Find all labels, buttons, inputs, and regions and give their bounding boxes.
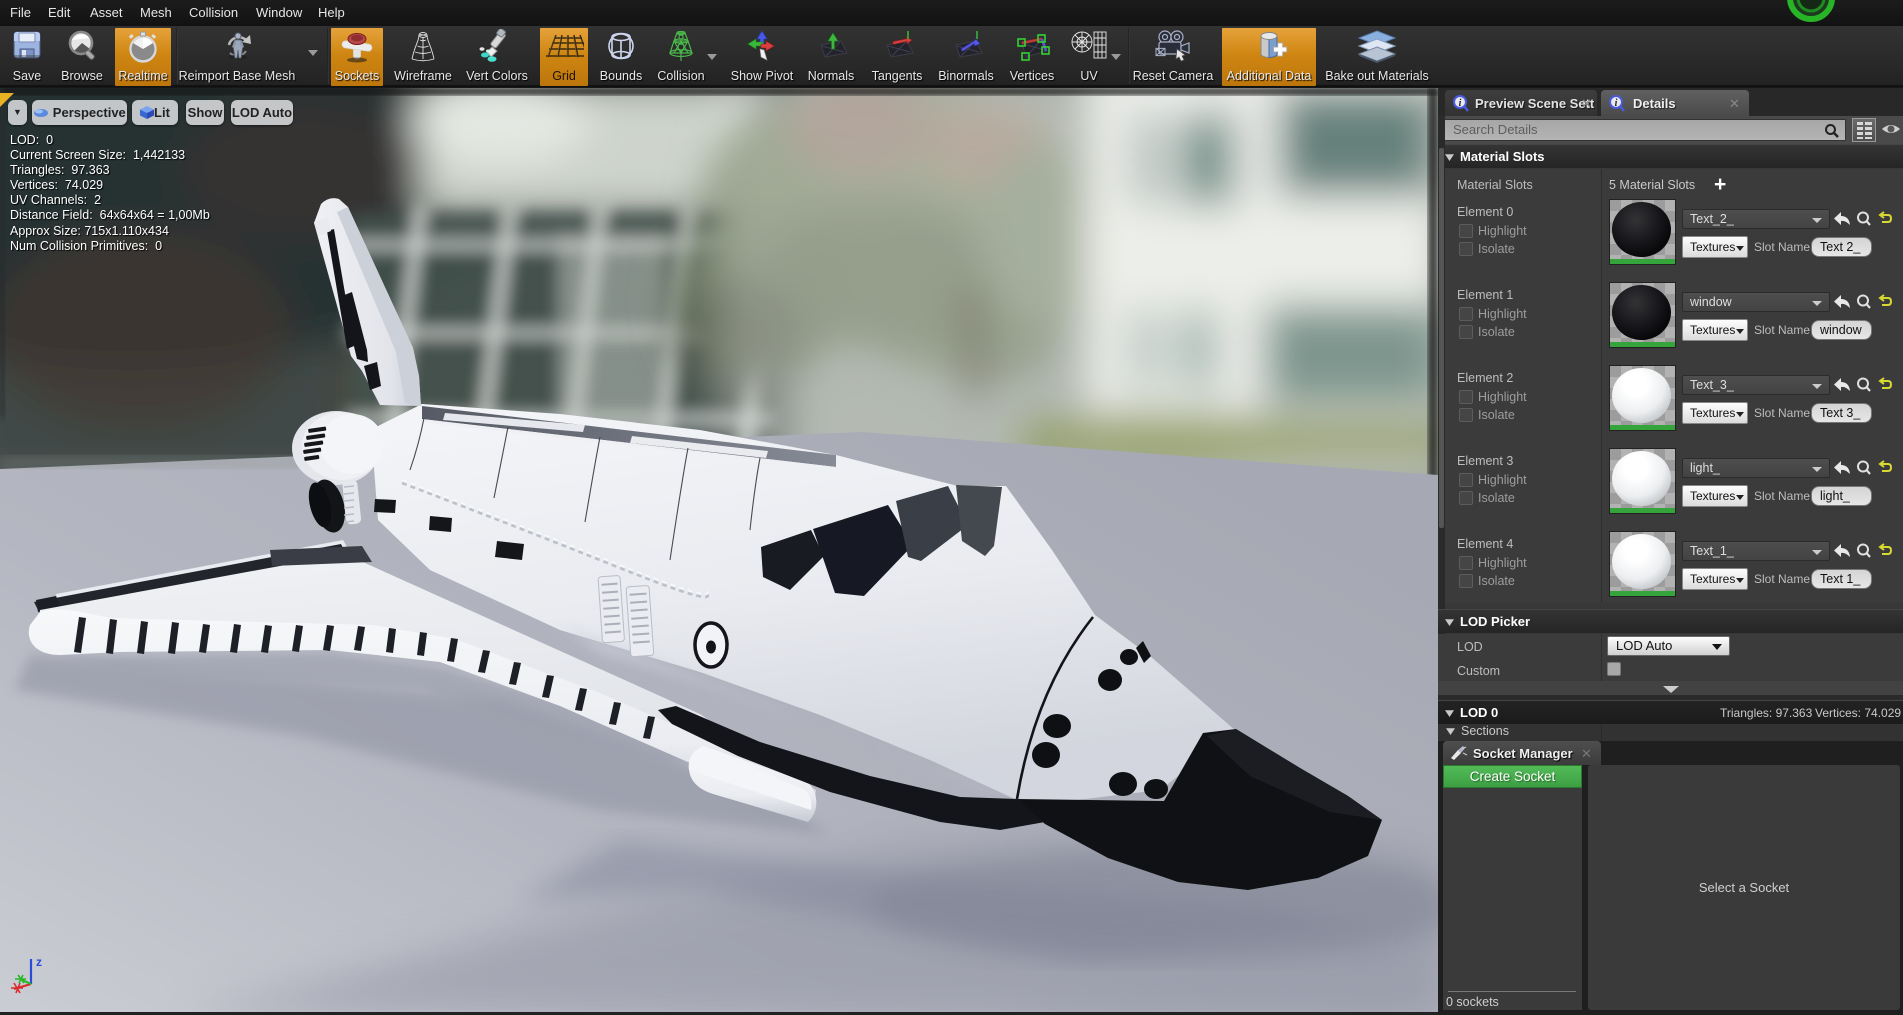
svg-text:z: z: [36, 955, 42, 969]
svg-text:i: i: [1459, 98, 1462, 109]
svg-text:i: i: [1615, 98, 1618, 109]
